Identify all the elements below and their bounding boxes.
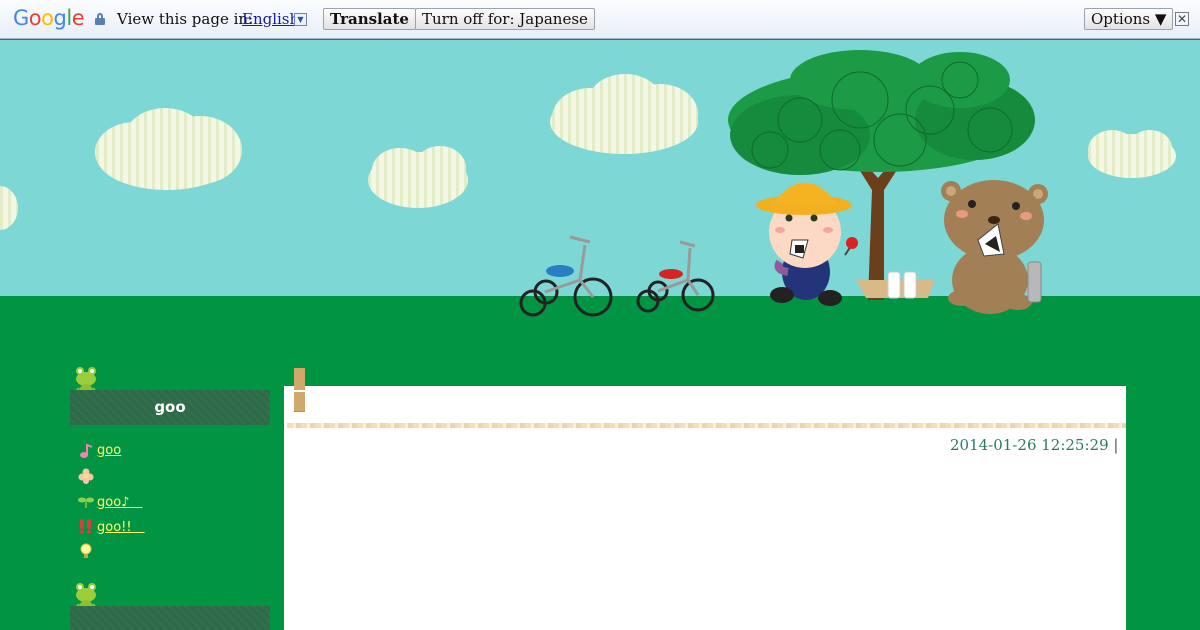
content-divider <box>287 423 1126 428</box>
lock-icon <box>95 13 105 25</box>
translate-button[interactable]: Translate <box>323 8 416 30</box>
bear-character-icon <box>941 180 1048 314</box>
post-datetime: 2014-01-26 12:25:29 | <box>950 436 1118 454</box>
music-note-icon <box>80 443 93 458</box>
child-character-icon <box>756 182 858 306</box>
cloud-icon <box>0 186 18 230</box>
sidebar-item[interactable] <box>78 463 145 488</box>
view-page-label: View this page in: <box>117 10 254 28</box>
post-date-text: 2014-01-26 12:25:29 <box>950 436 1109 454</box>
sidebar-item[interactable]: goo!! <box>78 513 145 538</box>
sidebar-link[interactable]: goo♪ <box>97 491 142 510</box>
sprout-icon <box>78 497 94 508</box>
exclamation-icon <box>80 518 91 534</box>
sidebar-item[interactable]: goo♪ <box>78 488 145 513</box>
sidebar-link[interactable]: goo <box>97 443 121 458</box>
date-separator: | <box>1113 436 1119 454</box>
sidebar-link[interactable]: goo!! <box>97 516 145 535</box>
chevron-down-icon[interactable]: ▼ <box>294 13 307 26</box>
sidebar-item[interactable] <box>78 538 145 563</box>
translate-bar: Google View this page in: English ▼ Tran… <box>0 0 1200 39</box>
options-button[interactable]: Options ▼ <box>1084 8 1174 30</box>
flower-icon <box>78 468 94 484</box>
lightbulb-icon <box>80 543 92 558</box>
sidebar-links: goo goo♪ goo!! <box>78 438 145 563</box>
picnic-illustration <box>0 50 1176 317</box>
cloud-icon <box>95 108 242 190</box>
bookmark-tab-icon <box>294 368 305 412</box>
language-link[interactable]: English <box>242 10 299 28</box>
sidebar-section-title: goo <box>70 390 270 425</box>
turn-off-button[interactable]: Turn off for: Japanese <box>415 8 595 30</box>
google-logo: Google <box>13 6 85 30</box>
tricycle-icon <box>519 235 613 317</box>
lunchbox-icon <box>856 271 935 299</box>
cloud-icon <box>1088 130 1176 178</box>
sidebar-section-header <box>70 606 270 630</box>
header-banner <box>0 40 1200 356</box>
cloud-icon <box>368 146 468 208</box>
tricycle-icon <box>636 240 715 313</box>
close-icon[interactable]: ✕ <box>1175 12 1189 26</box>
sidebar-item[interactable]: goo <box>78 438 145 463</box>
cloud-icon <box>550 74 698 154</box>
